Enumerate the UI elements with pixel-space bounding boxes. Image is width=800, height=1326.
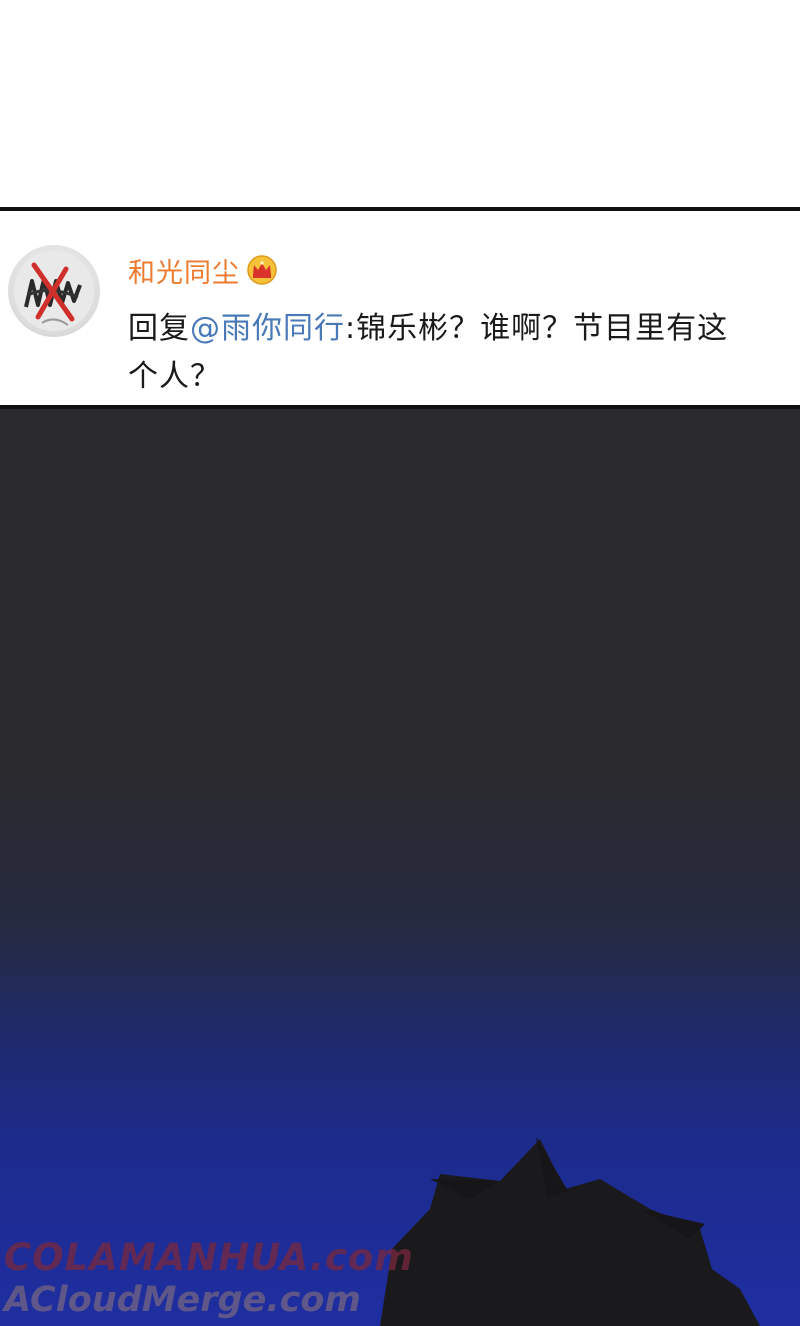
comment-panel: 和光同尘 回复@雨你同行:锦乐彬？谁啊？节目里有这个人？: [0, 207, 800, 409]
comment-line-2: 个人？: [128, 359, 221, 394]
comment-line-1: :锦乐彬？谁啊？节目里有这: [345, 311, 729, 346]
watermark-colamanhua: COLAMANHUA.com: [4, 1236, 414, 1279]
mention-link[interactable]: @雨你同行: [190, 311, 345, 346]
reply-prefix: 回复: [128, 311, 190, 346]
username-row: 和光同尘: [128, 251, 278, 290]
blank-top-area: [0, 0, 800, 207]
character-hair-silhouette: [380, 1137, 760, 1326]
watermark-acloudmerge: ACloudMerge.com: [4, 1280, 361, 1320]
avatar-scribble-icon: [14, 251, 94, 331]
avatar[interactable]: [8, 245, 100, 337]
comment-body: 回复@雨你同行:锦乐彬？谁啊？节目里有这个人？: [128, 305, 788, 401]
username[interactable]: 和光同尘: [128, 251, 240, 290]
crown-icon: [246, 255, 278, 285]
dark-night-panel: [0, 409, 800, 1326]
